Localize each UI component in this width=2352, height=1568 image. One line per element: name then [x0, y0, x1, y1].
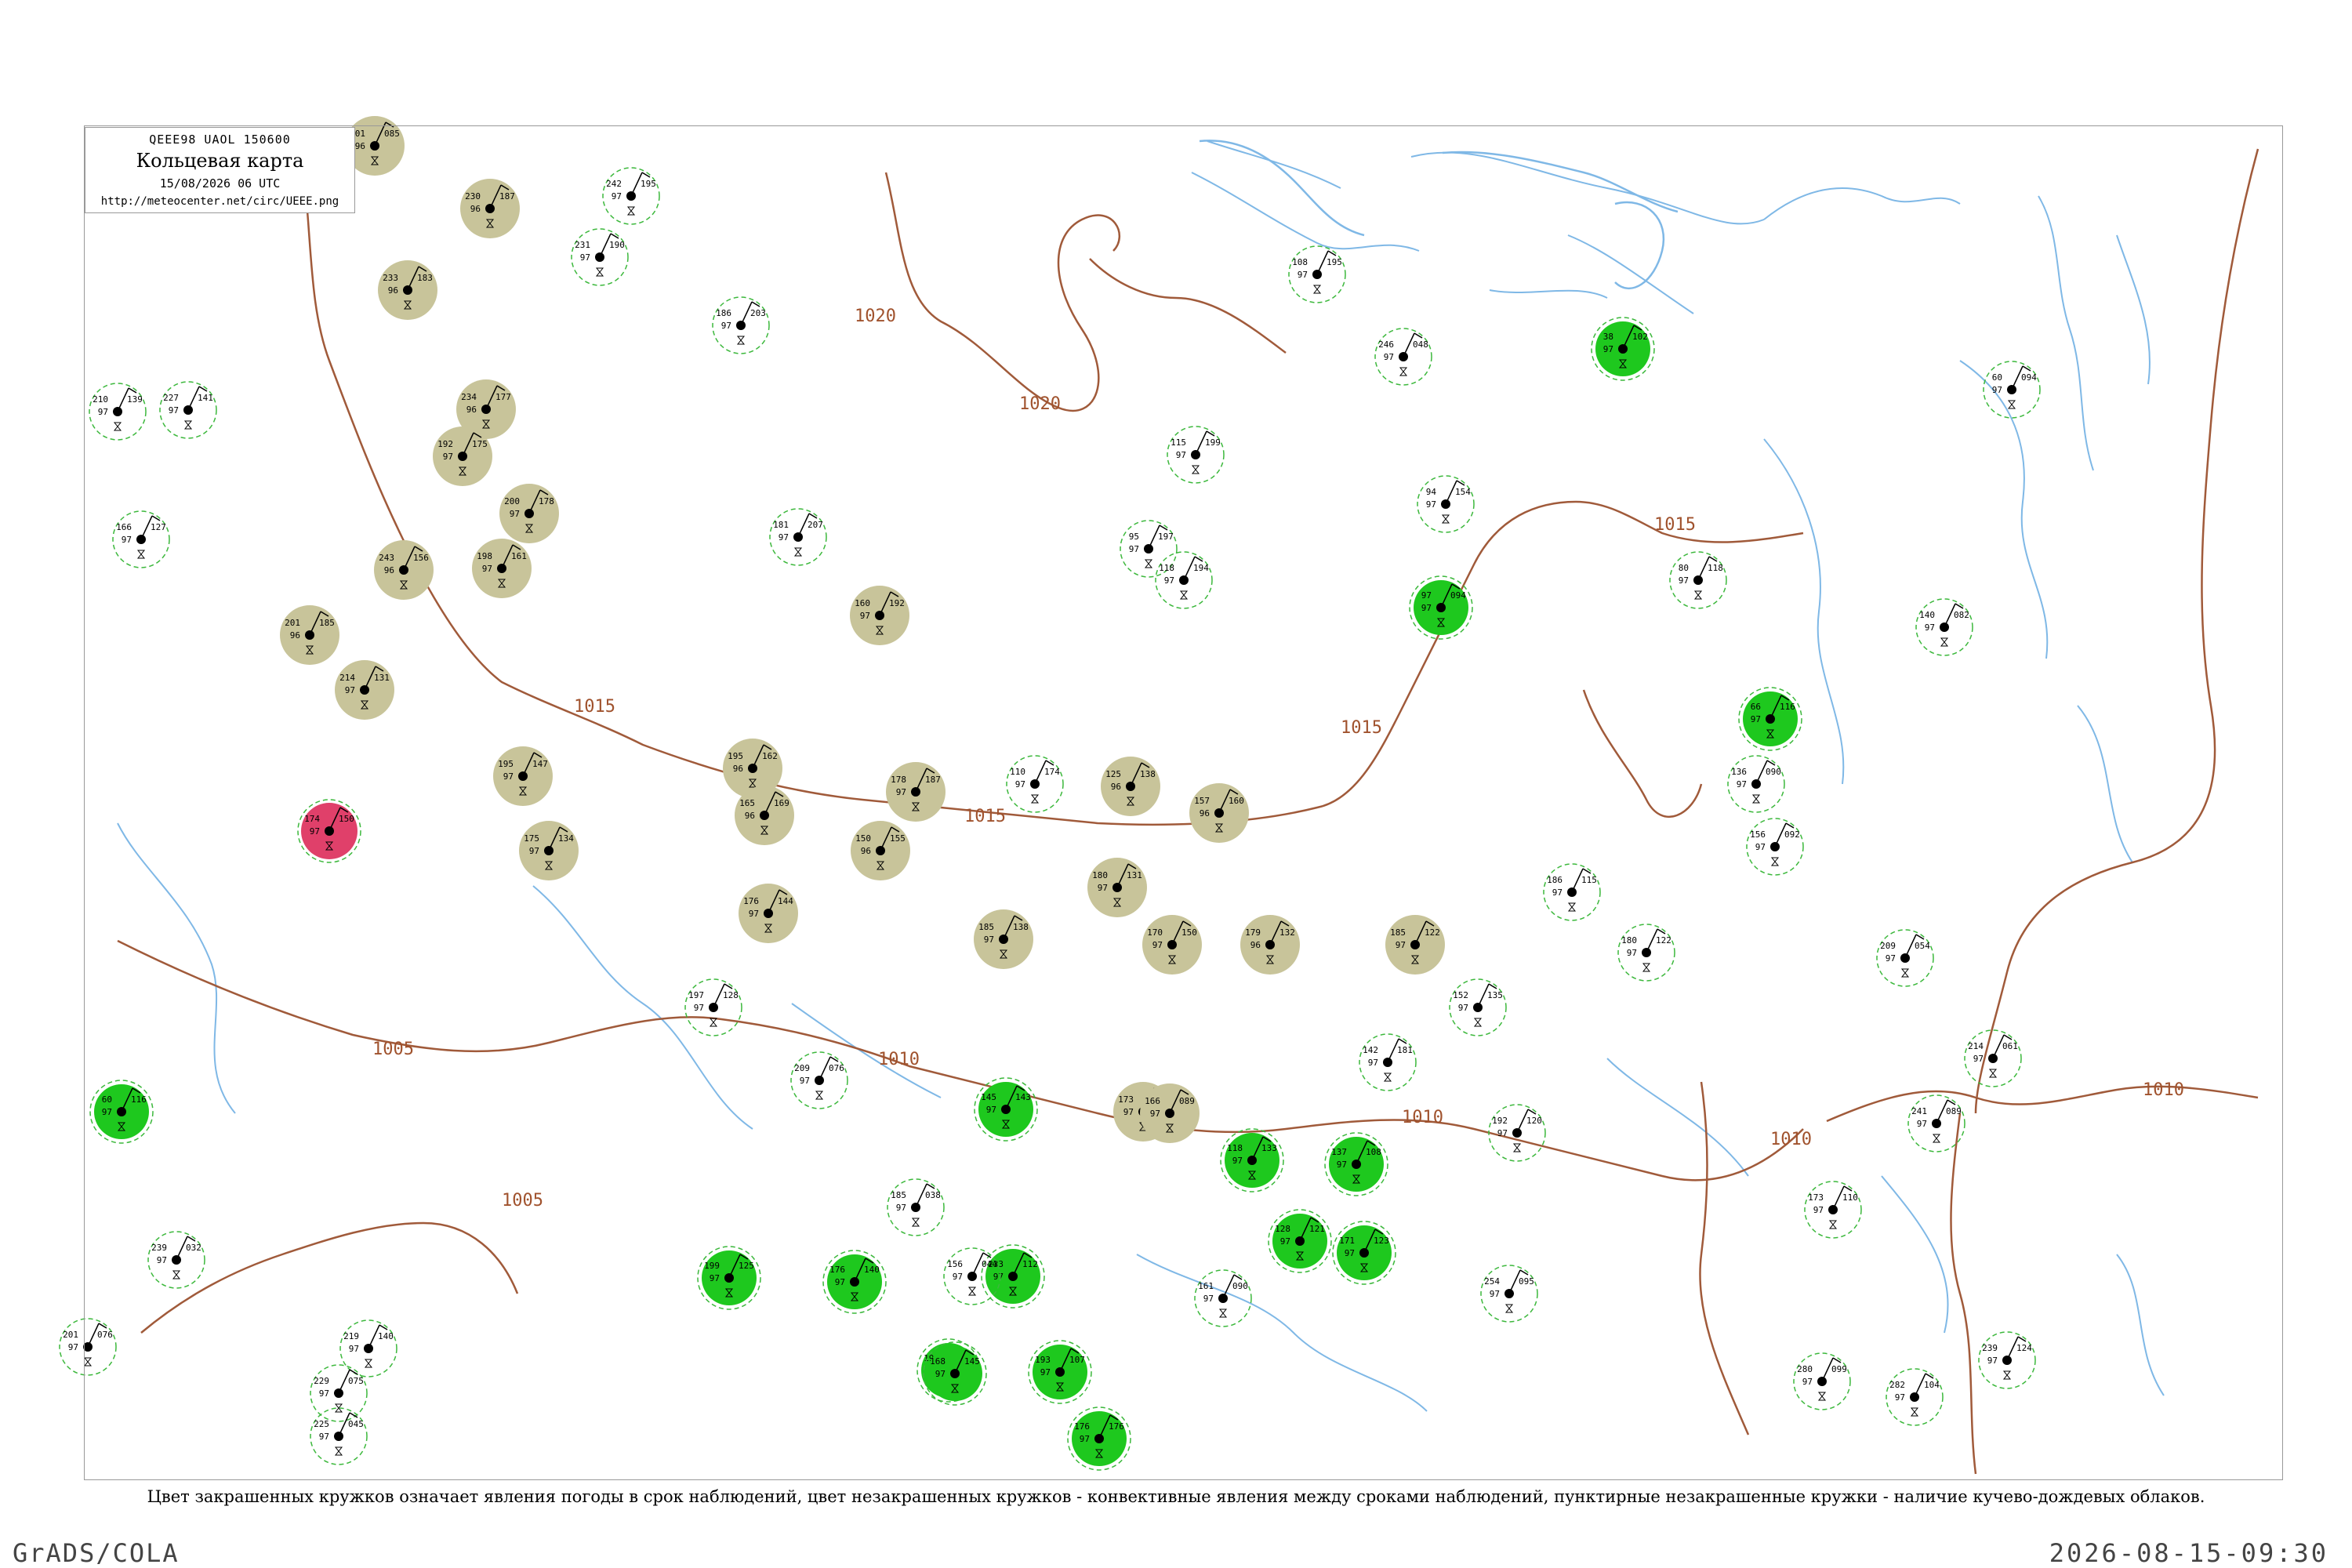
bulletin-code: QEEE98 UAOL 150600 — [149, 132, 291, 147]
legend-caption: Цвет закрашенных кружков означает явлени… — [147, 1487, 2205, 1506]
map-title: Кольцевая карта — [136, 150, 304, 172]
source-url[interactable]: http://meteocenter.net/circ/UEEE.png — [85, 195, 354, 208]
software-credit: GrADS/COLA — [13, 1538, 180, 1568]
timestamp: 2026-08-15-09:30 — [2049, 1538, 2328, 1568]
map-date: 15/08/2026 06 UTC — [159, 176, 281, 191]
station-temp: 201 — [63, 1330, 78, 1340]
header-box: QEEE98 UAOL 150600 Кольцевая карта 15/08… — [85, 127, 355, 213]
station-dew: 97 — [68, 1342, 78, 1352]
map-frame — [84, 125, 2283, 1480]
